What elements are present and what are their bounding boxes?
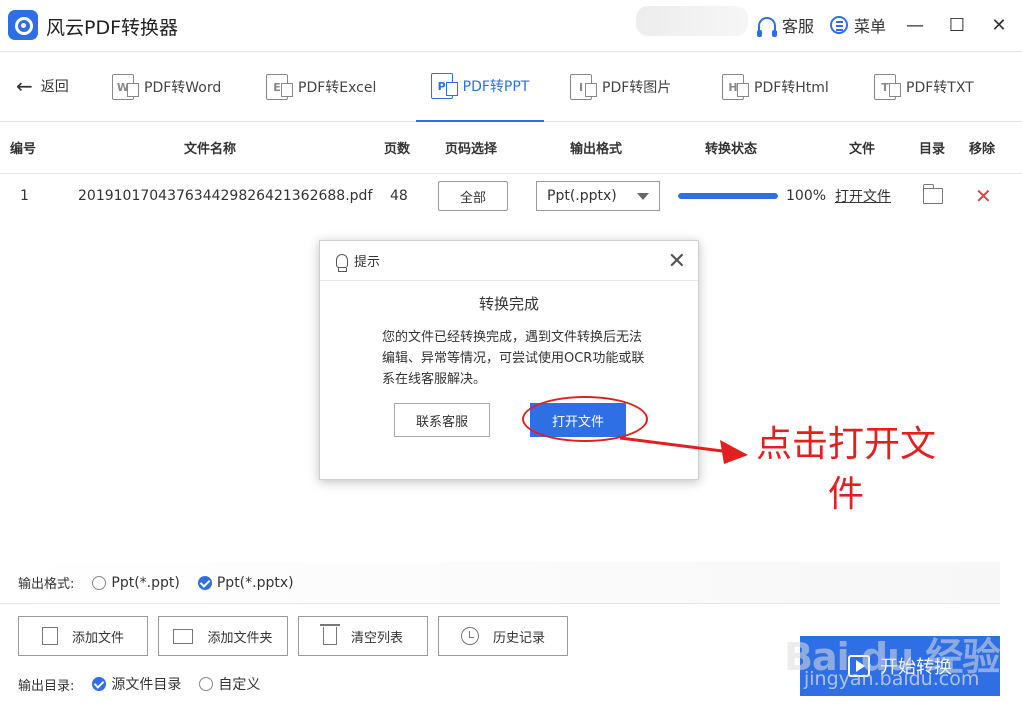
output-dir-bar: 输出目录: 源文件目录 自定义 <box>18 674 260 694</box>
dir-radio-label: 自定义 <box>218 677 261 693</box>
dir-radio-custom[interactable]: 自定义 <box>199 674 260 694</box>
header-status: 转换状态 <box>705 142 758 157</box>
arrow-left-icon: ← <box>16 74 33 98</box>
page-select-button[interactable]: 全部 <box>438 181 508 211</box>
radio-unchecked-icon <box>199 677 214 691</box>
add-folder-icon <box>173 628 194 644</box>
table-row: 1 20191017043763442982642136​2688.pdf 48… <box>0 174 1022 218</box>
minimize-button[interactable]: — <box>902 12 928 38</box>
close-window-button[interactable]: ✕ <box>986 12 1012 38</box>
dialog-header: 提示 <box>320 241 698 281</box>
format-radio-ppt[interactable]: Ppt(*.ppt) <box>92 574 180 591</box>
red-arrow-icon <box>619 436 748 464</box>
tab-pdf-to-word[interactable]: W PDF转Word <box>112 52 221 122</box>
radio-unchecked-icon <box>92 575 107 590</box>
clear-list-button[interactable]: 清空列表 <box>298 616 428 656</box>
format-select[interactable]: Ppt(.pptx) <box>536 181 660 211</box>
header-output-format: 输出格式 <box>570 142 623 157</box>
conversion-tabs: ← 返回 W PDF转Word E PDF转Excel P PDF转PPT I … <box>0 52 1022 122</box>
dialog-close-button[interactable]: ✕ <box>668 249 686 274</box>
radio-checked-icon <box>197 575 212 590</box>
back-button[interactable]: ← 返回 <box>16 76 69 96</box>
tab-pdf-to-excel[interactable]: E PDF转Excel <box>266 52 376 122</box>
image-doc-icon: I <box>570 74 597 100</box>
txt-doc-icon: T <box>874 74 901 100</box>
tab-pdf-to-html[interactable]: H PDF转Html <box>722 52 829 122</box>
header-dir: 目录 <box>919 142 946 157</box>
ppt-doc-icon: P <box>430 73 458 99</box>
add-file-icon <box>41 627 58 645</box>
progress-text: 100% <box>786 188 827 204</box>
header-file: 文件 <box>849 142 876 157</box>
add-folder-label: 添加文件夹 <box>207 630 273 646</box>
output-dir-label: 输出目录: <box>18 678 75 694</box>
tab-label: PDF转图片 <box>602 80 672 96</box>
output-format-label: 输出格式: <box>18 577 75 592</box>
app-title: 风云PDF转换器 <box>46 17 179 39</box>
add-folder-button[interactable]: 添加文件夹 <box>158 616 288 656</box>
clear-list-label: 清空列表 <box>350 630 403 646</box>
tab-pdf-to-ppt[interactable]: P PDF转PPT <box>416 52 544 122</box>
add-file-button[interactable]: 添加文件 <box>18 616 148 656</box>
dir-radio-label: 源文件目录 <box>111 677 182 693</box>
start-convert-button[interactable]: 开始转换 <box>800 636 1000 696</box>
menu-button[interactable]: 菜单 <box>829 13 886 37</box>
tab-label: PDF转Html <box>754 80 829 96</box>
trash-icon <box>319 624 340 645</box>
tab-pdf-to-image[interactable]: I PDF转图片 <box>570 52 671 122</box>
support-button[interactable]: 客服 <box>756 13 814 37</box>
back-label: 返回 <box>40 79 69 95</box>
support-label: 客服 <box>781 17 814 36</box>
row-pages: 48 <box>390 188 408 204</box>
tab-label: PDF转Word <box>144 80 222 96</box>
start-convert-label: 开始转换 <box>880 657 952 678</box>
dialog-header-label: 提示 <box>354 255 381 270</box>
format-radio-label: Ppt(*.ppt) <box>111 574 180 591</box>
progress-fill <box>678 193 778 199</box>
folder-icon[interactable] <box>922 184 943 204</box>
lightbulb-icon <box>336 253 348 272</box>
annotation-text: 点击打开文件 <box>755 424 936 515</box>
header-index: 编号 <box>10 142 37 157</box>
file-table-header: 编号 文件名称 页数 页码选择 输出格式 转换状态 文件 目录 移除 <box>0 122 1022 174</box>
chevron-down-icon <box>637 192 649 200</box>
dialog-message: 您的文件已经转换完成，遇到文件转换后无法编辑、异常等情况，可尝试使用OCR功能或… <box>382 330 645 387</box>
title-bar: 风云PDF转换器 客服 菜单 — ☐ ✕ <box>0 0 1022 52</box>
add-file-label: 添加文件 <box>71 630 124 646</box>
row-index: 1 <box>20 188 29 204</box>
app-logo-icon <box>8 10 38 40</box>
dir-radio-source[interactable]: 源文件目录 <box>92 674 181 694</box>
remove-icon[interactable]: ✕ <box>975 184 992 208</box>
header-page-select: 页码选择 <box>445 142 498 157</box>
tab-label: PDF转Excel <box>298 80 377 96</box>
history-label: 历史记录 <box>492 630 545 646</box>
radio-checked-icon <box>92 677 107 691</box>
format-radio-pptx[interactable]: Ppt(*.pptx) <box>197 574 294 591</box>
tab-label: PDF转TXT <box>906 80 974 96</box>
menu-label: 菜单 <box>853 17 886 36</box>
tab-pdf-to-txt[interactable]: T PDF转TXT <box>874 52 974 122</box>
excel-doc-icon: E <box>266 74 293 100</box>
history-button[interactable]: 历史记录 <box>438 616 568 656</box>
headset-icon <box>756 17 777 37</box>
html-doc-icon: H <box>722 74 749 100</box>
format-radio-label: Ppt(*.pptx) <box>216 574 294 591</box>
tab-label: PDF转PPT <box>462 79 530 95</box>
row-filename: 20191017043763442982642136​2688.pdf <box>78 188 373 204</box>
contact-support-button[interactable]: 联系客服 <box>394 403 490 437</box>
header-remove: 移除 <box>969 142 996 157</box>
play-icon <box>848 655 870 677</box>
header-pages: 页数 <box>384 142 411 157</box>
word-doc-icon: W <box>112 74 139 100</box>
menu-icon <box>829 16 848 34</box>
open-file-link[interactable]: 打开文件 <box>835 186 891 206</box>
output-format-bar: 输出格式: Ppt(*.ppt) Ppt(*.pptx) <box>0 562 1000 604</box>
dialog-title: 转换完成 <box>478 295 539 313</box>
maximize-button[interactable]: ☐ <box>944 12 970 38</box>
format-select-value: Ppt(.pptx) <box>547 188 617 204</box>
clock-icon <box>460 627 479 645</box>
blurred-region <box>636 6 748 36</box>
conversion-progress-bar <box>678 193 778 199</box>
header-filename: 文件名称 <box>184 142 237 157</box>
